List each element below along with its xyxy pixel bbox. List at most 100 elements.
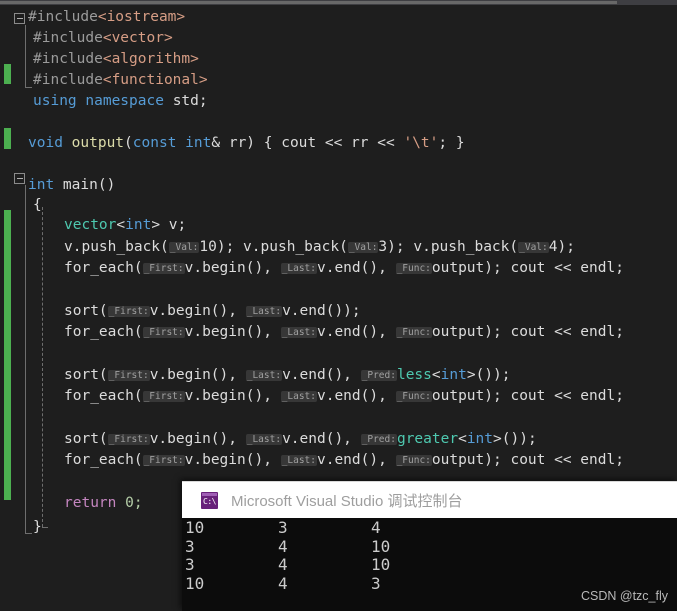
include-header-algorithm: <algorithm>: [102, 51, 199, 67]
console-cell: 3: [371, 573, 381, 593]
change-marker-main-body: [4, 210, 11, 500]
call-for-each: for_each(: [64, 388, 143, 404]
param-hint-last: _Last:: [245, 306, 283, 317]
console-output-row: 3 4 10: [182, 536, 677, 557]
csdn-watermark: CSDN @tzc_fly: [580, 589, 668, 603]
param-hint-last: _Last:: [245, 434, 283, 445]
code-line-5[interactable]: using namespace std;: [33, 91, 208, 113]
code-line-11[interactable]: vector<int> v;: [64, 215, 186, 237]
for-each-functor: output: [431, 324, 485, 340]
code-line-25[interactable]: }: [33, 517, 42, 539]
code-line-7[interactable]: void output(const int& rr) { cout << rr …: [28, 133, 465, 155]
call-sort-less: sort(: [64, 367, 108, 383]
brace-open-main: {: [33, 197, 42, 213]
function-name-output: output: [71, 135, 125, 151]
include-block-guide: [25, 25, 26, 87]
code-line-24[interactable]: return 0;: [64, 493, 143, 515]
comparator-greater: greater: [396, 431, 459, 447]
main-body-indent-guide: [42, 207, 43, 527]
call-push-back-3: v.push_back(: [413, 239, 519, 255]
code-line-15[interactable]: sort(_First:v.begin(), _Last:v.end());: [64, 301, 361, 323]
return-value: 0;: [116, 495, 143, 511]
keyword-using-namespace: using namespace: [33, 93, 164, 109]
param-hint-func: _Func:: [395, 455, 432, 466]
console-cell: 10: [185, 518, 205, 537]
param-hint-last: _Last:: [280, 391, 317, 402]
include-header-functional: <functional>: [102, 72, 208, 88]
console-titlebar[interactable]: C:\ Microsoft Visual Studio 调试控制台: [182, 481, 677, 519]
for-each-functor: output: [431, 260, 485, 276]
code-line-4[interactable]: #include<functional>: [33, 70, 208, 92]
include-block-guide-foot: [25, 87, 32, 88]
param-hint-func: _Func:: [395, 327, 432, 338]
call-sort-default: sort(: [64, 303, 108, 319]
param-hint-first: _First:: [142, 327, 185, 338]
console-cell: 4: [371, 518, 381, 537]
console-cell: 3: [185, 555, 195, 574]
comparator-less: less: [396, 367, 432, 383]
console-cell: 10: [185, 573, 205, 593]
param-hint-val-1: _Val:: [168, 242, 200, 253]
variable-declaration-v: > v;: [151, 217, 187, 233]
type-vector: vector: [64, 217, 117, 233]
fold-toggle-includes[interactable]: [14, 13, 25, 24]
type-int-template-arg: int: [125, 217, 152, 233]
param-hint-func: _Func:: [395, 263, 432, 274]
param-hint-pred: _Pred:: [360, 370, 397, 381]
console-app-icon: C:\: [201, 492, 218, 509]
console-cell: 3: [278, 518, 288, 537]
code-line-2[interactable]: #include<vector>: [33, 28, 173, 50]
code-line-18[interactable]: sort(_First:v.begin(), _Last:v.end(), _P…: [64, 365, 510, 387]
brace-close-main: }: [33, 519, 42, 535]
call-for-each: for_each(: [64, 452, 143, 468]
main-body-indent-guide-foot: [42, 527, 48, 528]
code-line-19[interactable]: for_each(_First:v.begin(), _Last:v.end()…: [64, 386, 624, 408]
code-line-12[interactable]: v.push_back(_Val:10); v.push_back(_Val:3…: [64, 237, 575, 259]
code-line-10[interactable]: {: [33, 195, 42, 217]
param-hint-last: _Last:: [245, 370, 283, 381]
keyword-const: const: [132, 135, 177, 151]
keyword-int: int: [185, 135, 212, 151]
code-line-21[interactable]: sort(_First:v.begin(), _Last:v.end(), _P…: [64, 429, 537, 451]
char-literal-tab: '\t': [403, 135, 439, 151]
console-icon-label: C:\: [203, 497, 216, 506]
namespace-std: std;: [172, 93, 208, 109]
push-back-arg-2: 3: [378, 239, 388, 255]
console-output-row: 10 3 4: [182, 518, 677, 538]
param-hint-val-3: _Val:: [518, 242, 549, 253]
param-hint-first: _First:: [142, 263, 185, 274]
preprocessor-directive: #include: [33, 51, 103, 67]
param-hint-first: _First:: [107, 370, 150, 381]
code-line-3[interactable]: #include<algorithm>: [33, 49, 199, 71]
change-marker-output-fn: [4, 128, 11, 149]
param-hint-val-2: _Val:: [347, 242, 379, 253]
keyword-int: int: [28, 177, 55, 193]
console-cell: 4: [278, 555, 288, 574]
console-window-title: Microsoft Visual Studio 调试控制台: [231, 493, 463, 510]
output-body-suffix: ; }: [438, 135, 465, 151]
console-cell: 10: [371, 536, 391, 556]
param-hint-first: _First:: [142, 455, 185, 466]
call-for-each: for_each(: [64, 324, 143, 340]
call-push-back-1: v.push_back(: [64, 239, 169, 255]
param-hint-pred: _Pred:: [360, 434, 397, 445]
console-cell: 4: [278, 573, 288, 593]
fold-toggle-main[interactable]: [14, 173, 25, 184]
call-sort-greater: sort(: [64, 431, 108, 447]
debug-console-window[interactable]: C:\ Microsoft Visual Studio 调试控制台 10 3 4 3…: [182, 481, 677, 611]
console-cell: 3: [185, 536, 195, 556]
console-cell: 10: [371, 555, 391, 574]
horizontal-scrollbar-thumb[interactable]: [0, 1, 617, 4]
param-hint-last: _Last:: [280, 263, 317, 274]
code-line-13[interactable]: for_each(_First:v.begin(), _Last:v.end()…: [64, 258, 624, 280]
param-hint-last: _Last:: [280, 455, 317, 466]
code-line-22[interactable]: for_each(_First:v.begin(), _Last:v.end()…: [64, 450, 624, 472]
param-hint-first: _First:: [142, 391, 185, 402]
code-line-9[interactable]: int main(): [28, 175, 115, 197]
include-header-iostream: <iostream>: [97, 9, 186, 25]
type-int-template-arg: int: [466, 431, 494, 447]
code-line-1[interactable]: #include<iostream>: [28, 7, 185, 29]
code-line-16[interactable]: for_each(_First:v.begin(), _Last:v.end()…: [64, 322, 624, 344]
main-block-guide-foot: [25, 533, 32, 534]
include-header-vector: <vector>: [102, 30, 173, 46]
